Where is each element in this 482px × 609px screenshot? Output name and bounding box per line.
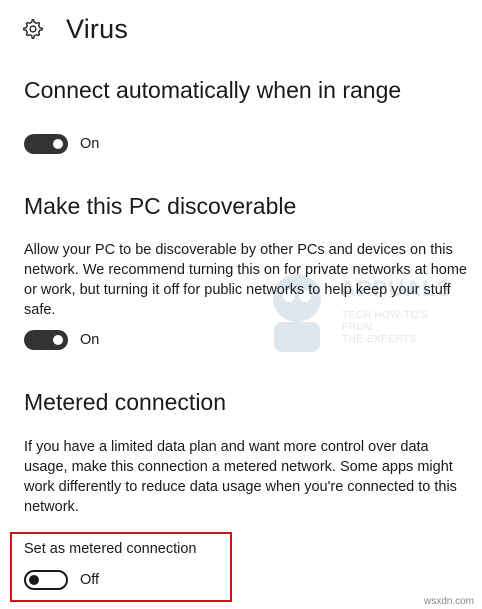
toggle-knob [53,139,63,149]
discoverable-toggle-state: On [80,332,100,348]
discoverable-heading: Make this PC discoverable [24,193,297,219]
metered-toggle-row: Off [24,570,99,590]
discoverable-toggle-row: On [24,330,99,350]
discoverable-description: Allow your PC to be discoverable by othe… [24,242,467,318]
gear-icon [22,18,44,40]
connect-auto-toggle[interactable] [24,134,68,154]
connect-auto-toggle-state: On [80,136,100,152]
metered-heading: Metered connection [24,389,227,415]
toggle-knob [53,335,63,345]
toggle-knob [29,575,39,585]
page-title: Virus [66,13,129,44]
metered-setting-label: Set as metered connection [24,541,197,557]
connect-auto-heading: Connect automatically when in range [24,77,402,103]
connect-auto-toggle-row: On [24,134,99,154]
metered-toggle-state: Off [80,572,100,588]
discoverable-toggle[interactable] [24,330,68,350]
metered-description: If you have a limited data plan and want… [24,439,457,515]
metered-toggle[interactable] [24,570,68,590]
page-header: Virus [22,10,128,48]
site-watermark: wsxdn.com [423,596,474,607]
